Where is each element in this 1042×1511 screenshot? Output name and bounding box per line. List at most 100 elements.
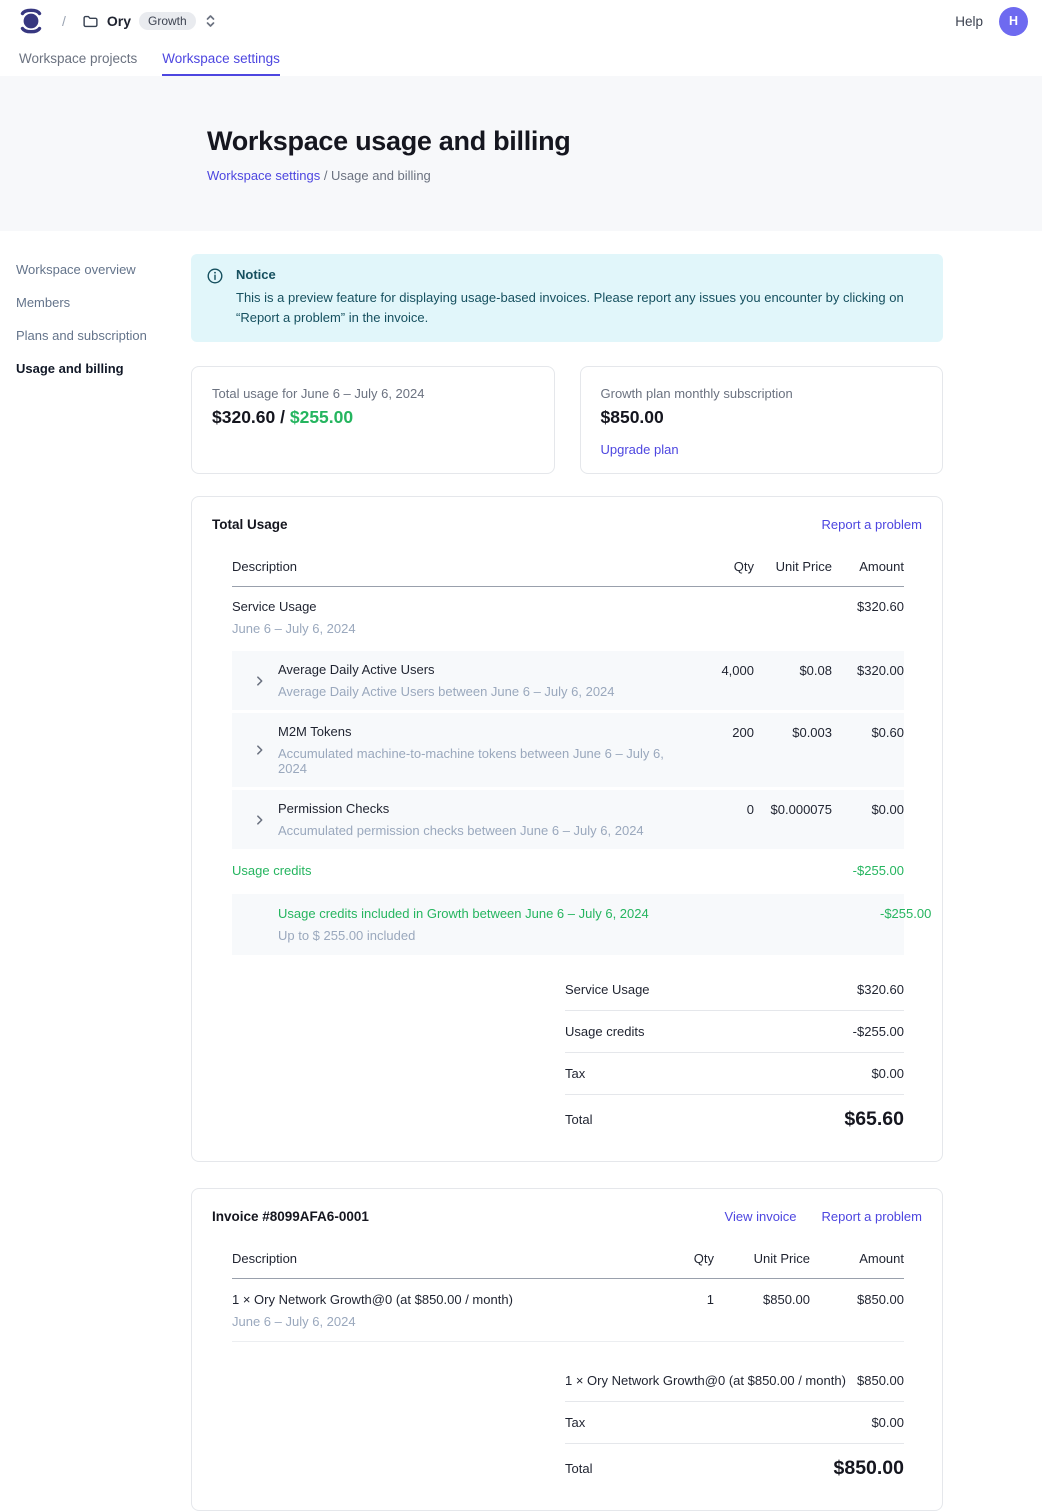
totals-label: Service Usage (565, 982, 650, 997)
usage-table-header: Description Qty Unit Price Amount (232, 549, 904, 587)
grand-total-label: Total (565, 1461, 592, 1476)
help-link[interactable]: Help (955, 14, 983, 29)
page-title: Workspace usage and billing (207, 126, 1042, 157)
chevron-right-icon[interactable] (254, 745, 265, 756)
usage-card-title: Total Usage (212, 517, 288, 532)
totals-line: Tax $0.00 (565, 1402, 904, 1444)
row-qty: 200 (694, 724, 754, 740)
invoice-line-title: 1 × Ory Network Growth@0 (at $850.00 / m… (232, 1292, 654, 1307)
total-usage-card: Total usage for June 6 – July 6, 2024 $3… (191, 366, 555, 474)
totals-line: Service Usage $320.60 (565, 969, 904, 1011)
report-problem-link[interactable]: Report a problem (822, 1209, 922, 1224)
col-unit-price: Unit Price (756, 559, 832, 574)
invoice-card: Invoice #8099AFA6-0001 View invoice Repo… (191, 1188, 943, 1511)
invoice-title: Invoice #8099AFA6-0001 (212, 1209, 369, 1224)
grand-total-value: $65.60 (844, 1108, 904, 1131)
total-usage-label: Total usage for June 6 – July 6, 2024 (212, 386, 534, 401)
folder-icon (82, 13, 99, 30)
credits-detail-subtitle: Up to $ 255.00 included (232, 928, 692, 943)
table-row: Permission Checks Accumulated permission… (232, 790, 904, 849)
service-usage-title: Service Usage (232, 599, 692, 614)
invoice-line-unit-price: $850.00 (716, 1292, 810, 1307)
total-usage-value: $320.60 / $255.00 (212, 407, 534, 428)
credits-detail-amount: -$255.00 (834, 906, 904, 921)
notice-banner: Notice This is a preview feature for dis… (191, 254, 943, 342)
table-row: M2M Tokens Accumulated machine-to-machin… (232, 713, 904, 787)
breadcrumb-settings-link[interactable]: Workspace settings (207, 168, 320, 183)
row-title: Average Daily Active Users (278, 662, 692, 677)
col-description: Description (232, 1251, 654, 1266)
chevron-right-icon[interactable] (254, 814, 265, 825)
usage-totals: Service Usage $320.60 Usage credits -$25… (565, 969, 904, 1131)
totals-line: Tax $0.00 (565, 1053, 904, 1095)
totals-value: $850.00 (857, 1373, 904, 1388)
usage-invoice-card: Total Usage Report a problem Description… (191, 496, 943, 1162)
report-problem-link[interactable]: Report a problem (822, 517, 922, 532)
service-usage-period: June 6 – July 6, 2024 (232, 621, 692, 636)
usage-separator: / (275, 407, 290, 427)
sidebar-item-usage-billing[interactable]: Usage and billing (16, 355, 181, 382)
invoice-line-amount: $850.00 (812, 1292, 904, 1307)
col-qty: Qty (694, 559, 754, 574)
row-unit-price: $0.08 (756, 662, 832, 678)
top-bar: / Ory Growth Help H (0, 0, 1042, 42)
ory-logo-icon[interactable] (18, 6, 44, 36)
totals-line: Usage credits -$255.00 (565, 1011, 904, 1053)
invoice-line-period: June 6 – July 6, 2024 (232, 1314, 654, 1329)
invoice-grand-total: Total $850.00 (565, 1444, 904, 1480)
row-subtitle: Accumulated machine-to-machine tokens be… (278, 746, 692, 776)
breadcrumb-current: / Usage and billing (320, 168, 431, 183)
sidebar-item-workspace-overview[interactable]: Workspace overview (16, 256, 181, 283)
totals-label: Tax (565, 1415, 585, 1430)
usage-grand-total: Total $65.60 (565, 1095, 904, 1131)
grand-total-label: Total (565, 1112, 592, 1127)
invoice-table-header: Description Qty Unit Price Amount (232, 1241, 904, 1279)
row-qty: 4,000 (694, 662, 754, 678)
invoice-totals: 1 × Ory Network Growth@0 (at $850.00 / m… (565, 1360, 904, 1480)
totals-label: Usage credits (565, 1024, 644, 1039)
totals-value: -$255.00 (853, 1024, 904, 1039)
tab-workspace-settings[interactable]: Workspace settings (162, 42, 280, 76)
sidebar-item-plans-subscription[interactable]: Plans and subscription (16, 322, 181, 349)
service-usage-amount: $320.60 (834, 599, 904, 614)
avatar[interactable]: H (999, 7, 1028, 36)
summary-cards: Total usage for June 6 – July 6, 2024 $3… (191, 366, 943, 474)
totals-value: $0.00 (871, 1415, 904, 1430)
tab-workspace-projects[interactable]: Workspace projects (19, 42, 137, 76)
usage-credits-amount: -$255.00 (834, 863, 904, 878)
service-usage-row: Service Usage June 6 – July 6, 2024 $320… (232, 587, 904, 648)
row-amount: $0.00 (834, 801, 904, 817)
usage-table: Description Qty Unit Price Amount Servic… (212, 549, 922, 1131)
upgrade-plan-link[interactable]: Upgrade plan (601, 442, 679, 457)
row-unit-price: $0.003 (756, 724, 832, 740)
col-amount: Amount (834, 559, 904, 574)
subscription-amount: $850.00 (601, 407, 923, 428)
breadcrumb-separator: / (62, 13, 66, 29)
sidebar-item-members[interactable]: Members (16, 289, 181, 316)
row-unit-price: $0.000075 (756, 801, 832, 817)
row-subtitle: Average Daily Active Users between June … (278, 684, 692, 699)
row-amount: $0.60 (834, 724, 904, 740)
plan-badge: Growth (139, 12, 196, 30)
view-invoice-link[interactable]: View invoice (725, 1209, 797, 1224)
invoice-line-row: 1 × Ory Network Growth@0 (at $850.00 / m… (232, 1279, 904, 1342)
col-qty: Qty (656, 1251, 714, 1266)
breadcrumb: Workspace settings / Usage and billing (207, 168, 1042, 183)
notice-title: Notice (236, 267, 925, 282)
credits-detail-title: Usage credits included in Growth between… (232, 906, 692, 921)
subscription-card: Growth plan monthly subscription $850.00… (580, 366, 944, 474)
totals-line: 1 × Ory Network Growth@0 (at $850.00 / m… (565, 1360, 904, 1402)
totals-label: Tax (565, 1066, 585, 1081)
usage-credits-detail-row: Usage credits included in Growth between… (232, 894, 904, 955)
settings-sidebar: Workspace overview Members Plans and sub… (0, 231, 191, 388)
topbar-right: Help H (955, 7, 1028, 36)
row-title: Permission Checks (278, 801, 692, 816)
chevron-updown-icon (204, 13, 217, 29)
workspace-name: Ory (107, 13, 131, 29)
workspace-switcher[interactable]: Ory Growth (82, 12, 217, 30)
row-title: M2M Tokens (278, 724, 692, 739)
usage-credits-row: Usage credits -$255.00 (232, 849, 904, 891)
col-amount: Amount (812, 1251, 904, 1266)
usage-current: $320.60 (212, 407, 275, 427)
chevron-right-icon[interactable] (254, 675, 265, 686)
